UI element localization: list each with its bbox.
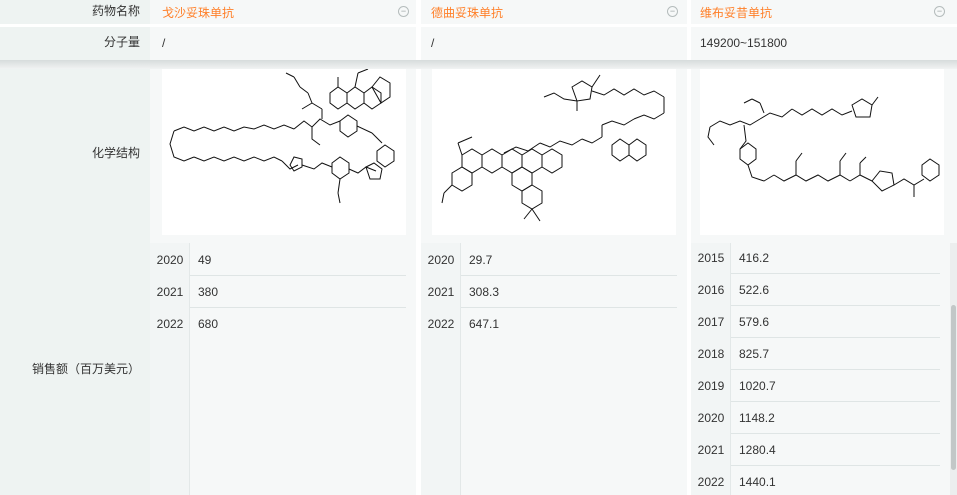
drug-name-cell-3: 维布妥昔单抗 −: [691, 0, 957, 24]
molecular-weight-cell-1: /: [150, 27, 416, 60]
sales-year: 2022: [156, 317, 184, 331]
drug-name-1[interactable]: 戈沙妥珠单抗: [162, 4, 234, 21]
sales-row: 2022 680: [150, 312, 410, 336]
sales-row: 2015 416.2: [691, 246, 946, 270]
sales-row: 2019 1020.7: [691, 374, 946, 398]
sales-row-divider: [731, 337, 940, 338]
sales-year: 2018: [697, 347, 725, 361]
sales-year: 2019: [697, 379, 725, 393]
sales-row-divider: [731, 433, 940, 434]
label-sales: 销售额（百万美元）: [0, 243, 150, 495]
sales-row: 2017 579.6: [691, 310, 946, 334]
sales-row: 2020 49: [150, 248, 410, 272]
sales-year: 2017: [697, 315, 725, 329]
sales-row-divider: [731, 305, 940, 306]
sales-row: 2020 29.7: [421, 248, 681, 272]
row-separator: [0, 60, 957, 69]
sales-year: 2021: [427, 285, 455, 299]
label-drug-name: 药物名称: [0, 0, 150, 24]
drug-name-3[interactable]: 维布妥昔单抗: [700, 4, 772, 21]
sales-row-divider: [461, 307, 677, 308]
molecular-weight-2: /: [431, 36, 435, 50]
sales-value: 1020.7: [739, 379, 776, 393]
sales-value: 825.7: [739, 347, 770, 361]
sales-row-divider: [731, 401, 940, 402]
sales-row: 2020 1148.2: [691, 406, 946, 430]
molecular-weight-3: 149200~151800: [700, 36, 788, 50]
sales-row: 2018 825.7: [691, 342, 946, 366]
drug-name-cell-1: 戈沙妥珠单抗 −: [150, 0, 416, 24]
chemical-structure-1: [162, 68, 406, 235]
sales-year: 2021: [697, 443, 725, 457]
sales-value: 1280.4: [739, 443, 776, 457]
sales-row-divider: [190, 275, 406, 276]
sales-row-divider: [731, 273, 940, 274]
drug-name-cell-2: 德曲妥珠单抗 −: [421, 0, 687, 24]
sales-year: 2015: [697, 251, 725, 265]
label-chemical-structure: 化学结构: [0, 69, 150, 243]
sales-value: 416.2: [739, 251, 770, 265]
label-molecular-weight: 分子量: [0, 27, 150, 60]
sales-row: 2022 647.1: [421, 312, 681, 336]
sales-value: 647.1: [469, 317, 500, 331]
collapse-icon[interactable]: −: [934, 6, 945, 17]
sales-year: 2022: [427, 317, 455, 331]
sales-year: 2020: [427, 253, 455, 267]
sales-year: 2020: [697, 411, 725, 425]
chemical-structure-2: [432, 69, 676, 235]
sales-value: 29.7: [469, 253, 493, 267]
sales-value: 1148.2: [739, 411, 775, 425]
sales-year: 2021: [156, 285, 184, 299]
sales-value: 1440.1: [739, 475, 776, 489]
sales-value: 308.3: [469, 285, 500, 299]
sales-row-divider: [731, 369, 940, 370]
collapse-icon[interactable]: −: [398, 6, 409, 17]
molecular-weight-1: /: [162, 36, 166, 50]
sales-row: 2022 1440.1: [691, 470, 946, 494]
sales-year: 2020: [156, 253, 184, 267]
sales-row-divider: [461, 275, 677, 276]
sales-row: 2016 522.6: [691, 278, 946, 302]
molecular-weight-cell-3: 149200~151800: [691, 27, 957, 60]
sales-row: 2021 308.3: [421, 280, 681, 304]
sales-value: 680: [198, 317, 219, 331]
sales-value: 380: [198, 285, 219, 299]
sales-year: 2022: [697, 475, 725, 489]
chemical-structure-3: [700, 69, 944, 235]
sales-year: 2016: [697, 283, 725, 297]
sales-row-divider: [731, 465, 940, 466]
collapse-icon[interactable]: −: [667, 6, 678, 17]
sales-value: 522.6: [739, 283, 770, 297]
sales-value: 49: [198, 253, 212, 267]
vertical-scrollbar-thumb[interactable]: [951, 305, 956, 470]
sales-row: 2021 1280.4: [691, 438, 946, 462]
sales-value: 579.6: [739, 315, 770, 329]
molecular-weight-cell-2: /: [421, 27, 687, 60]
sales-row-divider: [190, 307, 406, 308]
sales-row: 2021 380: [150, 280, 410, 304]
drug-name-2[interactable]: 德曲妥珠单抗: [431, 4, 503, 21]
